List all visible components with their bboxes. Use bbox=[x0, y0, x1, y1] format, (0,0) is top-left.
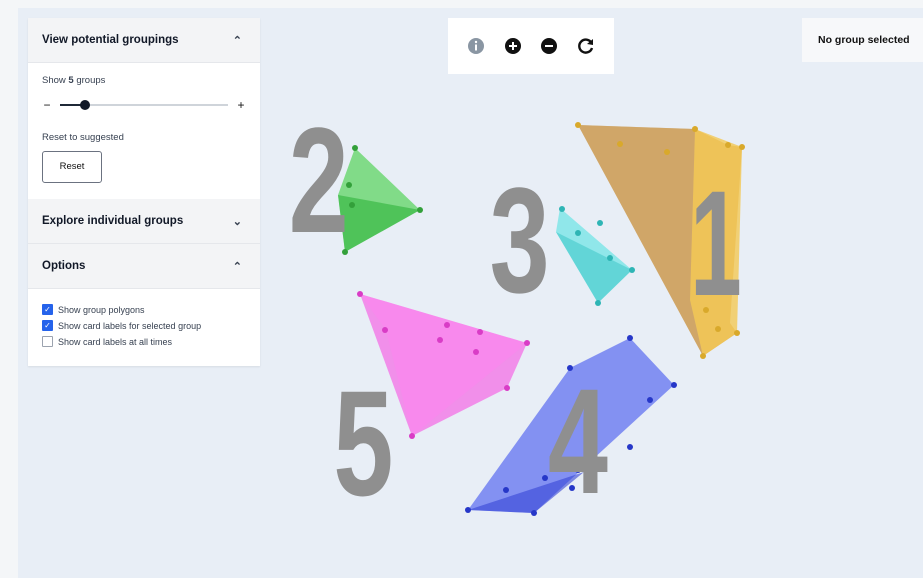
option-label: Show card labels at all times bbox=[58, 336, 173, 347]
group-count: 5 bbox=[68, 75, 74, 86]
increase-groups-button[interactable]: + bbox=[236, 98, 246, 112]
view-groupings-title: View potential groupings bbox=[42, 34, 179, 46]
checkbox-checked[interactable]: ✓ bbox=[42, 304, 53, 315]
view-toolbar bbox=[448, 18, 614, 74]
refresh-icon[interactable] bbox=[576, 36, 596, 56]
selection-status: No group selected bbox=[802, 18, 923, 62]
options-body: ✓ Show group polygons ✓ Show card labels… bbox=[28, 289, 260, 366]
reset-to-suggested-link[interactable]: Reset to suggested bbox=[42, 132, 246, 143]
decrease-groups-button[interactable]: − bbox=[42, 98, 52, 112]
chevron-up-icon[interactable]: ⌃ bbox=[233, 260, 242, 273]
group-3-polygon[interactable] bbox=[556, 206, 635, 306]
group-5-label: 5 bbox=[333, 360, 393, 528]
checkbox-checked[interactable]: ✓ bbox=[42, 320, 53, 331]
options-title: Options bbox=[42, 260, 86, 272]
group-2-label: 2 bbox=[289, 97, 349, 265]
checkbox-unchecked[interactable] bbox=[42, 336, 53, 347]
group-4-label: 4 bbox=[548, 358, 608, 526]
reset-button[interactable]: Reset bbox=[42, 151, 102, 183]
group-count-slider[interactable] bbox=[60, 100, 228, 110]
view-groupings-header[interactable]: View potential groupings ⌃ bbox=[28, 18, 260, 63]
chevron-up-icon[interactable]: ⌃ bbox=[233, 34, 242, 47]
show-groups-text: Show 5 groups bbox=[42, 75, 246, 86]
show-suffix: groups bbox=[76, 75, 106, 86]
option-show-all-labels[interactable]: Show card labels at all times bbox=[42, 336, 246, 347]
group-count-slider-row: − + bbox=[42, 98, 246, 112]
options-header[interactable]: Options ⌃ bbox=[28, 244, 260, 289]
zoom-out-icon[interactable] bbox=[539, 36, 559, 56]
slider-thumb[interactable] bbox=[80, 100, 91, 110]
show-prefix: Show bbox=[42, 75, 66, 86]
control-panel: View potential groupings ⌃ Show 5 groups… bbox=[28, 18, 260, 366]
option-show-polygons[interactable]: ✓ Show group polygons bbox=[42, 304, 246, 315]
explore-groups-header[interactable]: Explore individual groups ⌄ bbox=[28, 199, 260, 244]
option-label: Show card labels for selected group bbox=[58, 320, 202, 331]
explore-groups-title: Explore individual groups bbox=[42, 215, 184, 227]
option-show-selected-labels[interactable]: ✓ Show card labels for selected group bbox=[42, 320, 246, 331]
chevron-down-icon[interactable]: ⌄ bbox=[233, 215, 242, 228]
view-groupings-body: Show 5 groups − + Reset to suggested Res… bbox=[28, 63, 260, 199]
group-1-label: 1 bbox=[690, 160, 742, 327]
info-icon[interactable] bbox=[466, 36, 486, 56]
group-2-polygon[interactable] bbox=[338, 145, 423, 255]
option-label: Show group polygons bbox=[58, 304, 145, 315]
zoom-in-icon[interactable] bbox=[503, 36, 523, 56]
group-3-label: 3 bbox=[490, 157, 550, 325]
